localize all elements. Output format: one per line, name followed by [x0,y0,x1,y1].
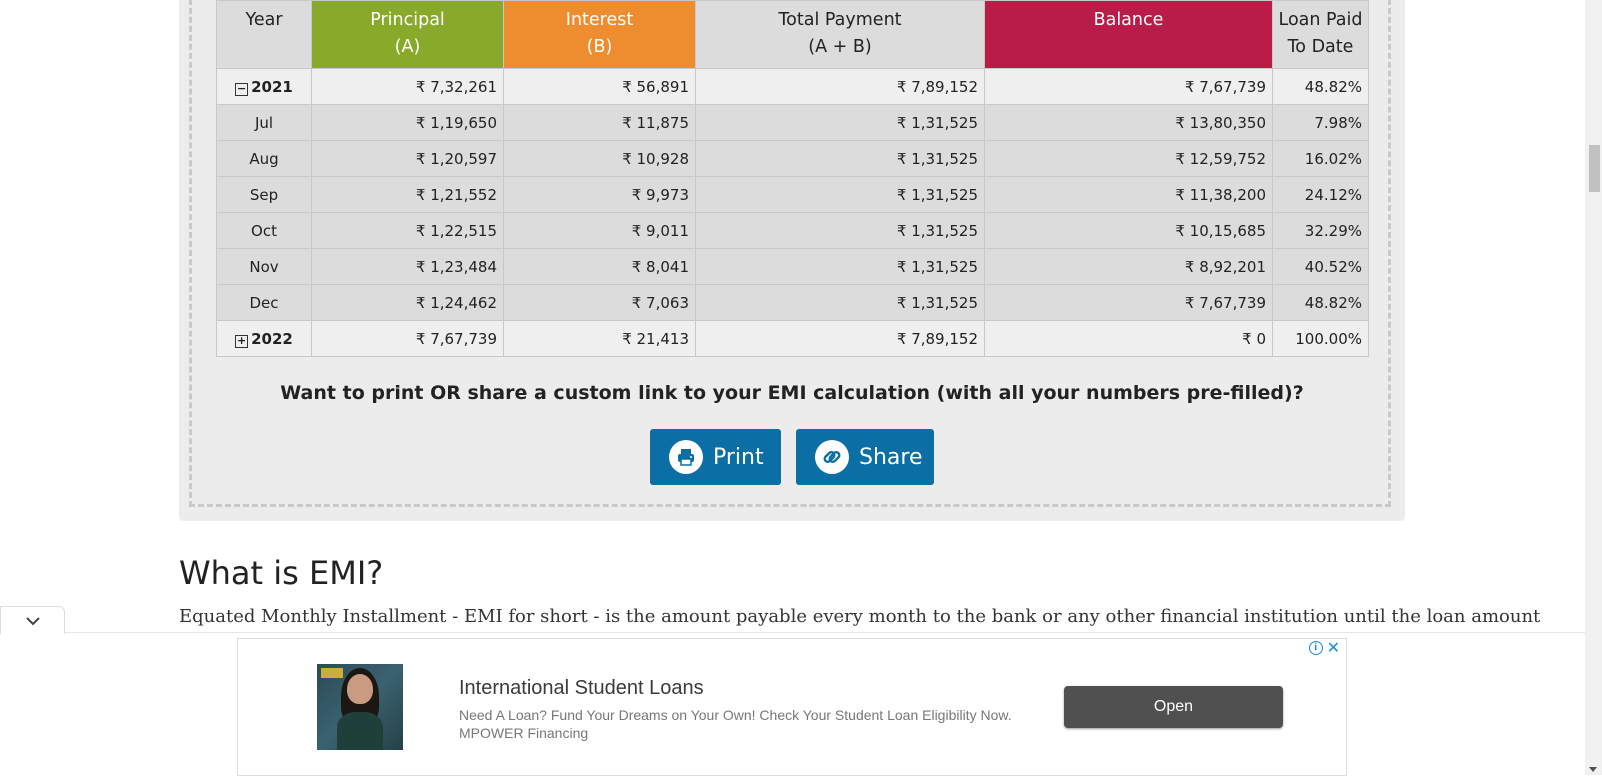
interest-cell: ₹ 9,011 [503,212,696,249]
header-balance: Balance [984,0,1273,69]
total-cell: ₹ 7,89,152 [695,68,985,105]
ad-card[interactable]: i ✕ International Student Loans Need A L… [237,638,1347,776]
principal-cell: ₹ 7,32,261 [311,68,504,105]
paid-cell: 48.82% [1272,68,1369,105]
scroll-down-arrow-icon[interactable] [1589,767,1597,772]
interest-cell: ₹ 8,041 [503,248,696,285]
print-button[interactable]: Print [650,429,781,485]
paid-cell: 40.52% [1272,248,1369,285]
interest-cell: ₹ 10,928 [503,140,696,177]
ad-title[interactable]: International Student Loans [459,677,704,700]
balance-cell: ₹ 7,67,739 [984,68,1273,105]
vertical-scrollbar[interactable] [1585,0,1602,775]
paid-cell: 48.82% [1272,284,1369,321]
total-cell: ₹ 1,31,525 [695,212,985,249]
paid-cell: 16.02% [1272,140,1369,177]
total-cell: ₹ 7,89,152 [695,320,985,357]
year-cell[interactable]: +2022 [216,320,312,357]
interest-cell: ₹ 7,063 [503,284,696,321]
section-heading: What is EMI? [179,554,384,592]
balance-cell: ₹ 13,80,350 [984,104,1273,141]
interest-cell: ₹ 11,875 [503,104,696,141]
chevron-down-icon [25,616,40,625]
table-row: Oct ₹ 1,22,515 ₹ 9,011 ₹ 1,31,525 ₹ 10,1… [216,212,1369,249]
table-row: Aug ₹ 1,20,597 ₹ 10,928 ₹ 1,31,525 ₹ 12,… [216,140,1369,177]
header-year: Year [216,0,312,69]
table-row: Sep ₹ 1,21,552 ₹ 9,973 ₹ 1,31,525 ₹ 11,3… [216,176,1369,213]
paid-cell: 100.00% [1272,320,1369,357]
balance-cell: ₹ 10,15,685 [984,212,1273,249]
table-row: Jul ₹ 1,19,650 ₹ 11,875 ₹ 1,31,525 ₹ 13,… [216,104,1369,141]
paid-cell: 7.98% [1272,104,1369,141]
interest-cell: ₹ 56,891 [503,68,696,105]
principal-cell: ₹ 1,19,650 [311,104,504,141]
principal-cell: ₹ 1,24,462 [311,284,504,321]
ad-controls: i ✕ [1308,640,1340,656]
printer-icon [669,440,703,474]
collapse-toggle-icon[interactable]: − [235,82,249,96]
principal-cell: ₹ 1,21,552 [311,176,504,213]
principal-cell: ₹ 7,67,739 [311,320,504,357]
month-cell: Aug [216,140,312,177]
year-cell[interactable]: −2021 [216,68,312,105]
balance-cell: ₹ 12,59,752 [984,140,1273,177]
header-principal: Principal (A) [311,0,504,69]
principal-cell: ₹ 1,23,484 [311,248,504,285]
ad-image[interactable] [317,664,403,750]
total-cell: ₹ 1,31,525 [695,248,985,285]
interest-cell: ₹ 9,973 [503,176,696,213]
expand-toggle-icon[interactable]: + [235,334,249,348]
month-cell: Jul [216,104,312,141]
print-label: Print [713,444,764,470]
month-cell: Sep [216,176,312,213]
principal-cell: ₹ 1,20,597 [311,140,504,177]
paid-cell: 32.29% [1272,212,1369,249]
info-icon[interactable]: i [1308,641,1323,655]
year-row-2021[interactable]: −2021 ₹ 7,32,261 ₹ 56,891 ₹ 7,89,152 ₹ 7… [216,68,1369,105]
month-cell: Nov [216,248,312,285]
month-cell: Dec [216,284,312,321]
total-cell: ₹ 1,31,525 [695,284,985,321]
scrollbar-thumb[interactable] [1589,145,1600,192]
link-icon [815,440,849,474]
table-row: Dec ₹ 1,24,462 ₹ 7,063 ₹ 1,31,525 ₹ 7,67… [216,284,1369,321]
total-cell: ₹ 1,31,525 [695,140,985,177]
balance-cell: ₹ 8,92,201 [984,248,1273,285]
close-icon[interactable]: ✕ [1327,640,1340,656]
header-interest: Interest (B) [503,0,696,69]
table-row: Nov ₹ 1,23,484 ₹ 8,041 ₹ 1,31,525 ₹ 8,92… [216,248,1369,285]
header-total-payment: Total Payment (A + B) [695,0,985,69]
paragraph: Equated Monthly Installment - EMI for sh… [179,606,1541,627]
header-loan-paid: Loan Paid To Date [1272,0,1369,69]
paid-cell: 24.12% [1272,176,1369,213]
table-header-row: Year Principal (A) Interest (B) Total Paym… [216,0,1369,69]
year-row-2022[interactable]: +2022 ₹ 7,67,739 ₹ 21,413 ₹ 7,89,152 ₹ 0… [216,320,1369,357]
share-label: Share [859,444,923,470]
share-button[interactable]: Share [796,429,934,485]
balance-cell: ₹ 0 [984,320,1273,357]
ad-collapse-button[interactable] [0,606,65,634]
share-prompt: Want to print OR share a custom link to … [280,382,1304,404]
payment-schedule-table: Year Principal (A) Interest (B) Total Paym… [216,0,1369,357]
ad-description: Need A Loan? Fund Your Dreams on Your Ow… [459,707,1012,741]
interest-cell: ₹ 21,413 [503,320,696,357]
principal-cell: ₹ 1,22,515 [311,212,504,249]
total-cell: ₹ 1,31,525 [695,104,985,141]
balance-cell: ₹ 7,67,739 [984,284,1273,321]
balance-cell: ₹ 11,38,200 [984,176,1273,213]
open-button[interactable]: Open [1064,686,1283,728]
total-cell: ₹ 1,31,525 [695,176,985,213]
month-cell: Oct [216,212,312,249]
